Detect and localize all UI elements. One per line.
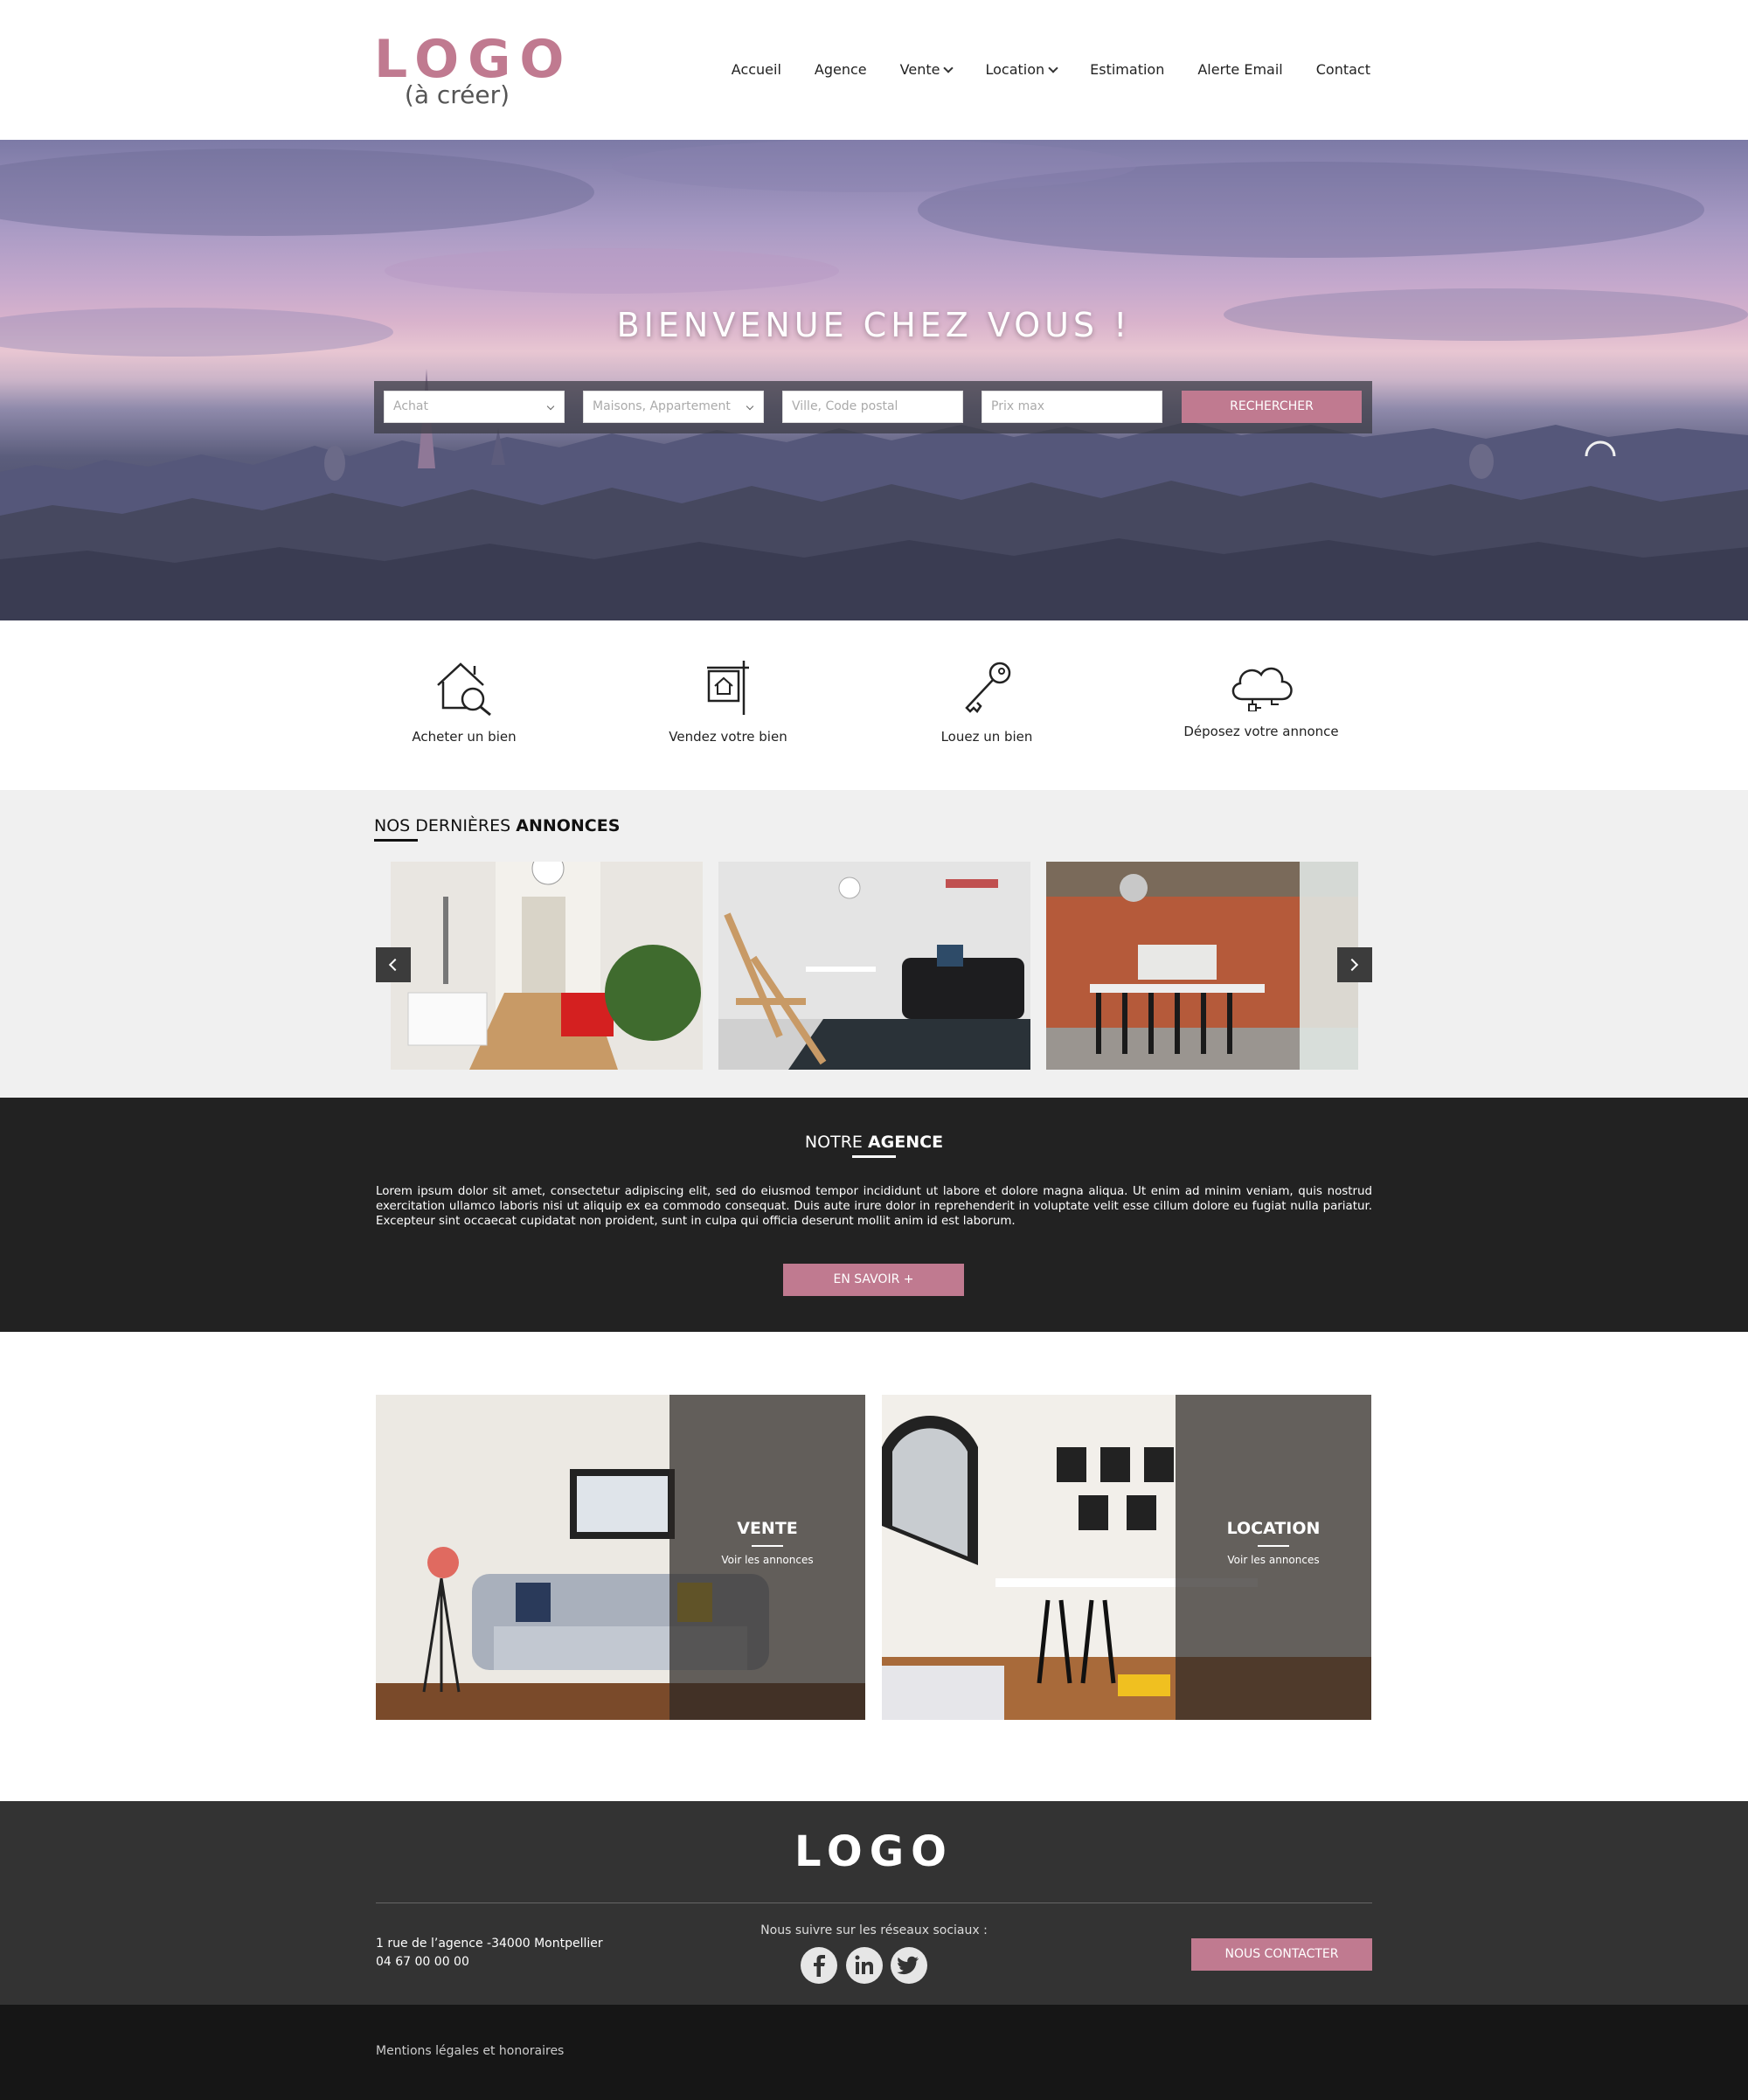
section-title: NOTRE AGENCE <box>0 1133 1748 1152</box>
learn-more-button[interactable]: EN SAVOIR + <box>783 1264 964 1296</box>
transaction-select[interactable]: Achat <box>384 391 565 423</box>
title-plain: NOS DERNIÈRES <box>374 816 517 835</box>
cloud-upload-icon <box>1231 667 1293 711</box>
hero-banner: BIENVENUE CHEZ VOUS ! Achat Maisons, App… <box>0 140 1748 620</box>
tile-title: VENTE <box>737 1519 798 1538</box>
agency-description: Lorem ipsum dolor sit amet, consectetur … <box>376 1185 1372 1228</box>
footer-logo[interactable]: LOGO <box>0 1827 1748 1876</box>
service-label: Louez un bien <box>940 729 1033 745</box>
social-label: Nous suivre sur les réseaux sociaux : <box>760 1923 988 1937</box>
nav-item-location[interactable]: Location <box>968 61 1073 78</box>
title-bold: AGENCE <box>867 1133 944 1152</box>
phone-number: 04 67 00 00 00 <box>376 1955 469 1969</box>
chevron-left-icon <box>388 958 402 972</box>
search-button[interactable]: RECHERCHER <box>1182 391 1362 423</box>
facebook-icon[interactable] <box>801 1947 837 1984</box>
service-buy[interactable]: Acheter un bien <box>350 659 578 745</box>
transaction-value: Achat <box>393 399 428 413</box>
chevron-down-icon <box>1048 62 1058 73</box>
contact-button[interactable]: NOUS CONTACTER <box>1191 1938 1372 1971</box>
nav-item-contact[interactable]: Contact <box>1300 61 1370 78</box>
nav-item-agence[interactable]: Agence <box>798 61 884 78</box>
nav-label: Location <box>985 61 1045 78</box>
site-footer: LOGO 1 rue de l’agence -34000 Montpellie… <box>0 1801 1748 2005</box>
latest-listings-section: NOS DERNIÈRES ANNONCES <box>0 790 1748 1098</box>
services-section: Acheter un bien Vendez votre bien Louez … <box>0 620 1748 790</box>
footer-divider <box>376 1902 1372 1903</box>
title-plain: NOTRE <box>804 1133 868 1152</box>
house-search-icon <box>437 662 491 717</box>
site-header: LOGO (à créer) Accueil Agence Vente Loca… <box>0 0 1748 140</box>
property-type-value: Maisons, Appartement <box>593 399 731 413</box>
listing-photo <box>718 862 1030 1070</box>
listing-card-2[interactable] <box>718 862 1030 1070</box>
service-rent[interactable]: Louez un bien <box>873 659 1100 745</box>
nav-item-alerte-email[interactable]: Alerte Email <box>1181 61 1299 78</box>
tile-divider <box>752 1545 783 1547</box>
service-label: Acheter un bien <box>412 729 517 745</box>
price-input[interactable]: Prix max <box>982 391 1162 423</box>
service-label: Déposez votre annonce <box>1183 724 1339 739</box>
listing-photo <box>391 862 703 1070</box>
chevron-down-icon <box>746 402 754 411</box>
listing-card-3[interactable] <box>1046 862 1358 1070</box>
listing-photo <box>1046 862 1358 1070</box>
logo-text: LOGO <box>374 29 573 90</box>
property-type-select[interactable]: Maisons, Appartement <box>583 391 764 423</box>
city-placeholder: Ville, Code postal <box>792 399 898 413</box>
hero-title: BIENVENUE CHEZ VOUS ! <box>616 306 1132 344</box>
tile-vente[interactable]: VENTE Voir les annonces <box>376 1395 865 1720</box>
twitter-icon[interactable] <box>891 1947 927 1984</box>
service-label: Vendez votre bien <box>669 729 787 745</box>
city-input[interactable]: Ville, Code postal <box>782 391 963 423</box>
logo[interactable]: LOGO (à créer) <box>374 29 573 108</box>
nav-item-accueil[interactable]: Accueil <box>715 61 798 78</box>
tile-divider <box>1258 1545 1289 1547</box>
title-bold: ANNONCES <box>516 816 621 835</box>
bottom-bar: Mentions légales et honoraires <box>0 2005 1748 2100</box>
nav-item-estimation[interactable]: Estimation <box>1073 61 1181 78</box>
service-sell[interactable]: Vendez votre bien <box>614 659 842 745</box>
key-icon <box>965 662 1011 713</box>
chevron-down-icon <box>546 402 555 411</box>
tile-subtitle: Voir les annonces <box>721 1554 814 1566</box>
tile-location[interactable]: LOCATION Voir les annonces <box>882 1395 1371 1720</box>
main-nav: Accueil Agence Vente Location Estimation… <box>715 61 1370 78</box>
nav-label: Alerte Email <box>1197 61 1283 78</box>
price-placeholder: Prix max <box>991 399 1045 413</box>
chevron-down-icon <box>943 62 954 73</box>
city-skyline-image <box>0 140 1748 620</box>
carousel-next-button[interactable] <box>1337 947 1372 982</box>
nav-label: Estimation <box>1090 61 1165 78</box>
address-line: 1 rue de l’agence -34000 Montpellier <box>376 1937 603 1951</box>
nav-label: Accueil <box>731 61 781 78</box>
title-underline <box>852 1155 896 1158</box>
section-title: NOS DERNIÈRES ANNONCES <box>374 816 620 835</box>
title-underline <box>374 839 418 842</box>
listing-card-1[interactable] <box>391 862 703 1070</box>
service-post-ad[interactable]: Déposez votre annonce <box>1148 659 1375 739</box>
category-tiles: VENTE Voir les annonces LOCATION Voir le… <box>0 1332 1748 1801</box>
sale-sign-icon <box>707 661 749 715</box>
nav-item-vente[interactable]: Vente <box>884 61 969 78</box>
tile-title: LOCATION <box>1226 1519 1321 1538</box>
carousel-prev-button[interactable] <box>376 947 411 982</box>
tile-subtitle: Voir les annonces <box>1227 1554 1320 1566</box>
agency-section: NOTRE AGENCE Lorem ipsum dolor sit amet,… <box>0 1098 1748 1332</box>
nav-label: Contact <box>1315 61 1370 78</box>
nav-label: Agence <box>814 61 867 78</box>
footer-address: 1 rue de l’agence -34000 Montpellier 04 … <box>376 1935 603 1972</box>
linkedin-icon[interactable] <box>846 1947 883 1984</box>
legal-link[interactable]: Mentions légales et honoraires <box>376 2044 564 2058</box>
search-bar: Achat Maisons, Appartement Ville, Code p… <box>374 381 1372 433</box>
chevron-right-icon <box>1345 958 1359 972</box>
nav-label: Vente <box>899 61 940 78</box>
